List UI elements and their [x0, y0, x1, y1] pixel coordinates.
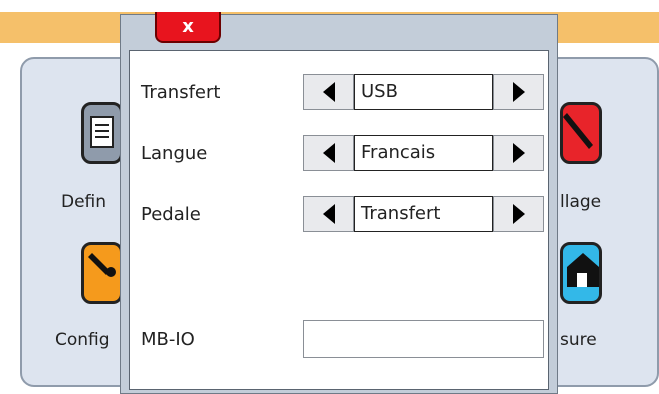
wrench-icon — [88, 253, 116, 277]
document-tile[interactable] — [81, 102, 123, 164]
pedale-value: Transfert — [354, 196, 493, 232]
mbio-input[interactable] — [303, 320, 544, 358]
pedale-label: Pedale — [141, 204, 201, 225]
close-button[interactable]: x — [155, 12, 221, 43]
langue-label: Langue — [141, 143, 208, 164]
arrow-left-icon — [322, 204, 335, 224]
langue-spinner: Francais — [303, 135, 544, 171]
tile-label-defin: Defin — [61, 192, 107, 212]
mbio-label: MB-IO — [141, 329, 195, 350]
langue-value: Francais — [354, 135, 493, 171]
tool-tile[interactable] — [560, 102, 602, 164]
tile-label-llage: llage — [560, 192, 602, 212]
tile-label-config: Config — [55, 330, 110, 350]
home-icon — [567, 253, 599, 287]
arrow-right-icon — [512, 82, 525, 102]
document-icon — [90, 116, 114, 148]
tile-label-sure: sure — [560, 330, 597, 350]
transfert-value: USB — [354, 74, 493, 110]
arrow-right-icon — [512, 143, 525, 163]
arrow-left-icon — [322, 143, 335, 163]
langue-prev-button[interactable] — [303, 135, 354, 171]
transfert-spinner: USB — [303, 74, 544, 110]
tool-icon — [563, 113, 593, 149]
pedale-spinner: Transfert — [303, 196, 544, 232]
transfert-label: Transfert — [141, 82, 221, 103]
pedale-next-button[interactable] — [493, 196, 544, 232]
wrench-tile[interactable] — [81, 242, 123, 304]
langue-next-button[interactable] — [493, 135, 544, 171]
arrow-right-icon — [512, 204, 525, 224]
home-tile[interactable] — [560, 242, 602, 304]
transfert-prev-button[interactable] — [303, 74, 354, 110]
transfert-next-button[interactable] — [493, 74, 544, 110]
arrow-left-icon — [322, 82, 335, 102]
pedale-prev-button[interactable] — [303, 196, 354, 232]
